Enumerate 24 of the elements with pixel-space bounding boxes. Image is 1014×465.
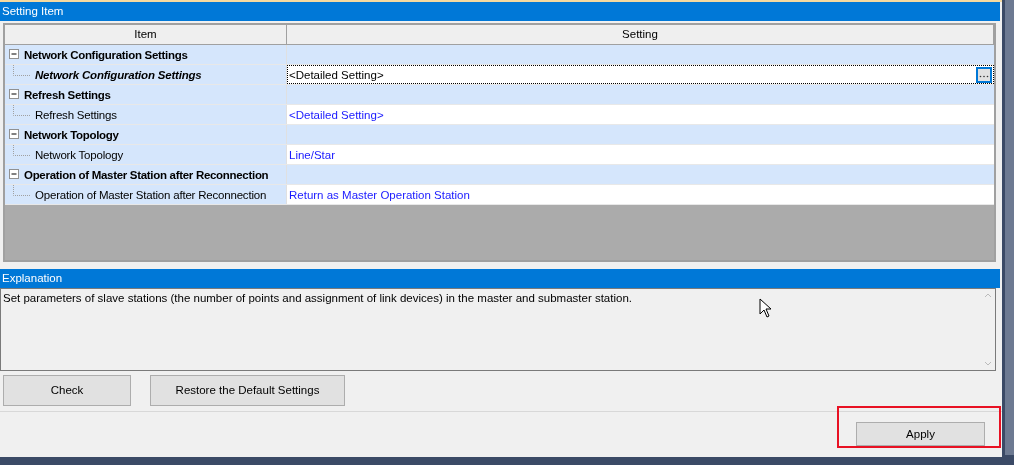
apply-button[interactable]: Apply — [856, 421, 985, 446]
tree-line — [13, 65, 31, 76]
explanation-text: Set parameters of slave stations (the number of points and assignment of link devices) in the master and submaster station. — [3, 291, 632, 304]
tree-line — [13, 145, 31, 156]
item-label[interactable]: Refresh Settings — [35, 108, 117, 121]
cursor-icon — [759, 298, 772, 318]
setting-value[interactable]: Line/Star — [289, 148, 336, 161]
check-button[interactable]: Check — [3, 374, 131, 406]
setting-value[interactable]: <Detailed Setting> — [289, 108, 384, 121]
setting-value[interactable]: Return as Master Operation Station — [289, 188, 470, 201]
collapse-icon[interactable] — [9, 168, 21, 181]
browse-button[interactable] — [976, 66, 992, 83]
section-title: Explanation — [0, 268, 1000, 288]
column-header[interactable]: Setting — [287, 25, 994, 44]
column-header[interactable]: Item — [5, 25, 287, 44]
tree-line — [13, 185, 31, 196]
ellipsis-icon — [979, 74, 989, 78]
restore-defaults-button[interactable]: Restore the Default Settings — [150, 374, 345, 406]
setting-value[interactable]: <Detailed Setting> — [289, 68, 384, 81]
collapse-icon[interactable] — [9, 128, 21, 141]
panel-title: Setting Item — [0, 2, 1000, 21]
collapse-icon[interactable] — [9, 48, 21, 61]
tree-line — [13, 105, 31, 116]
collapse-icon[interactable] — [9, 88, 21, 101]
